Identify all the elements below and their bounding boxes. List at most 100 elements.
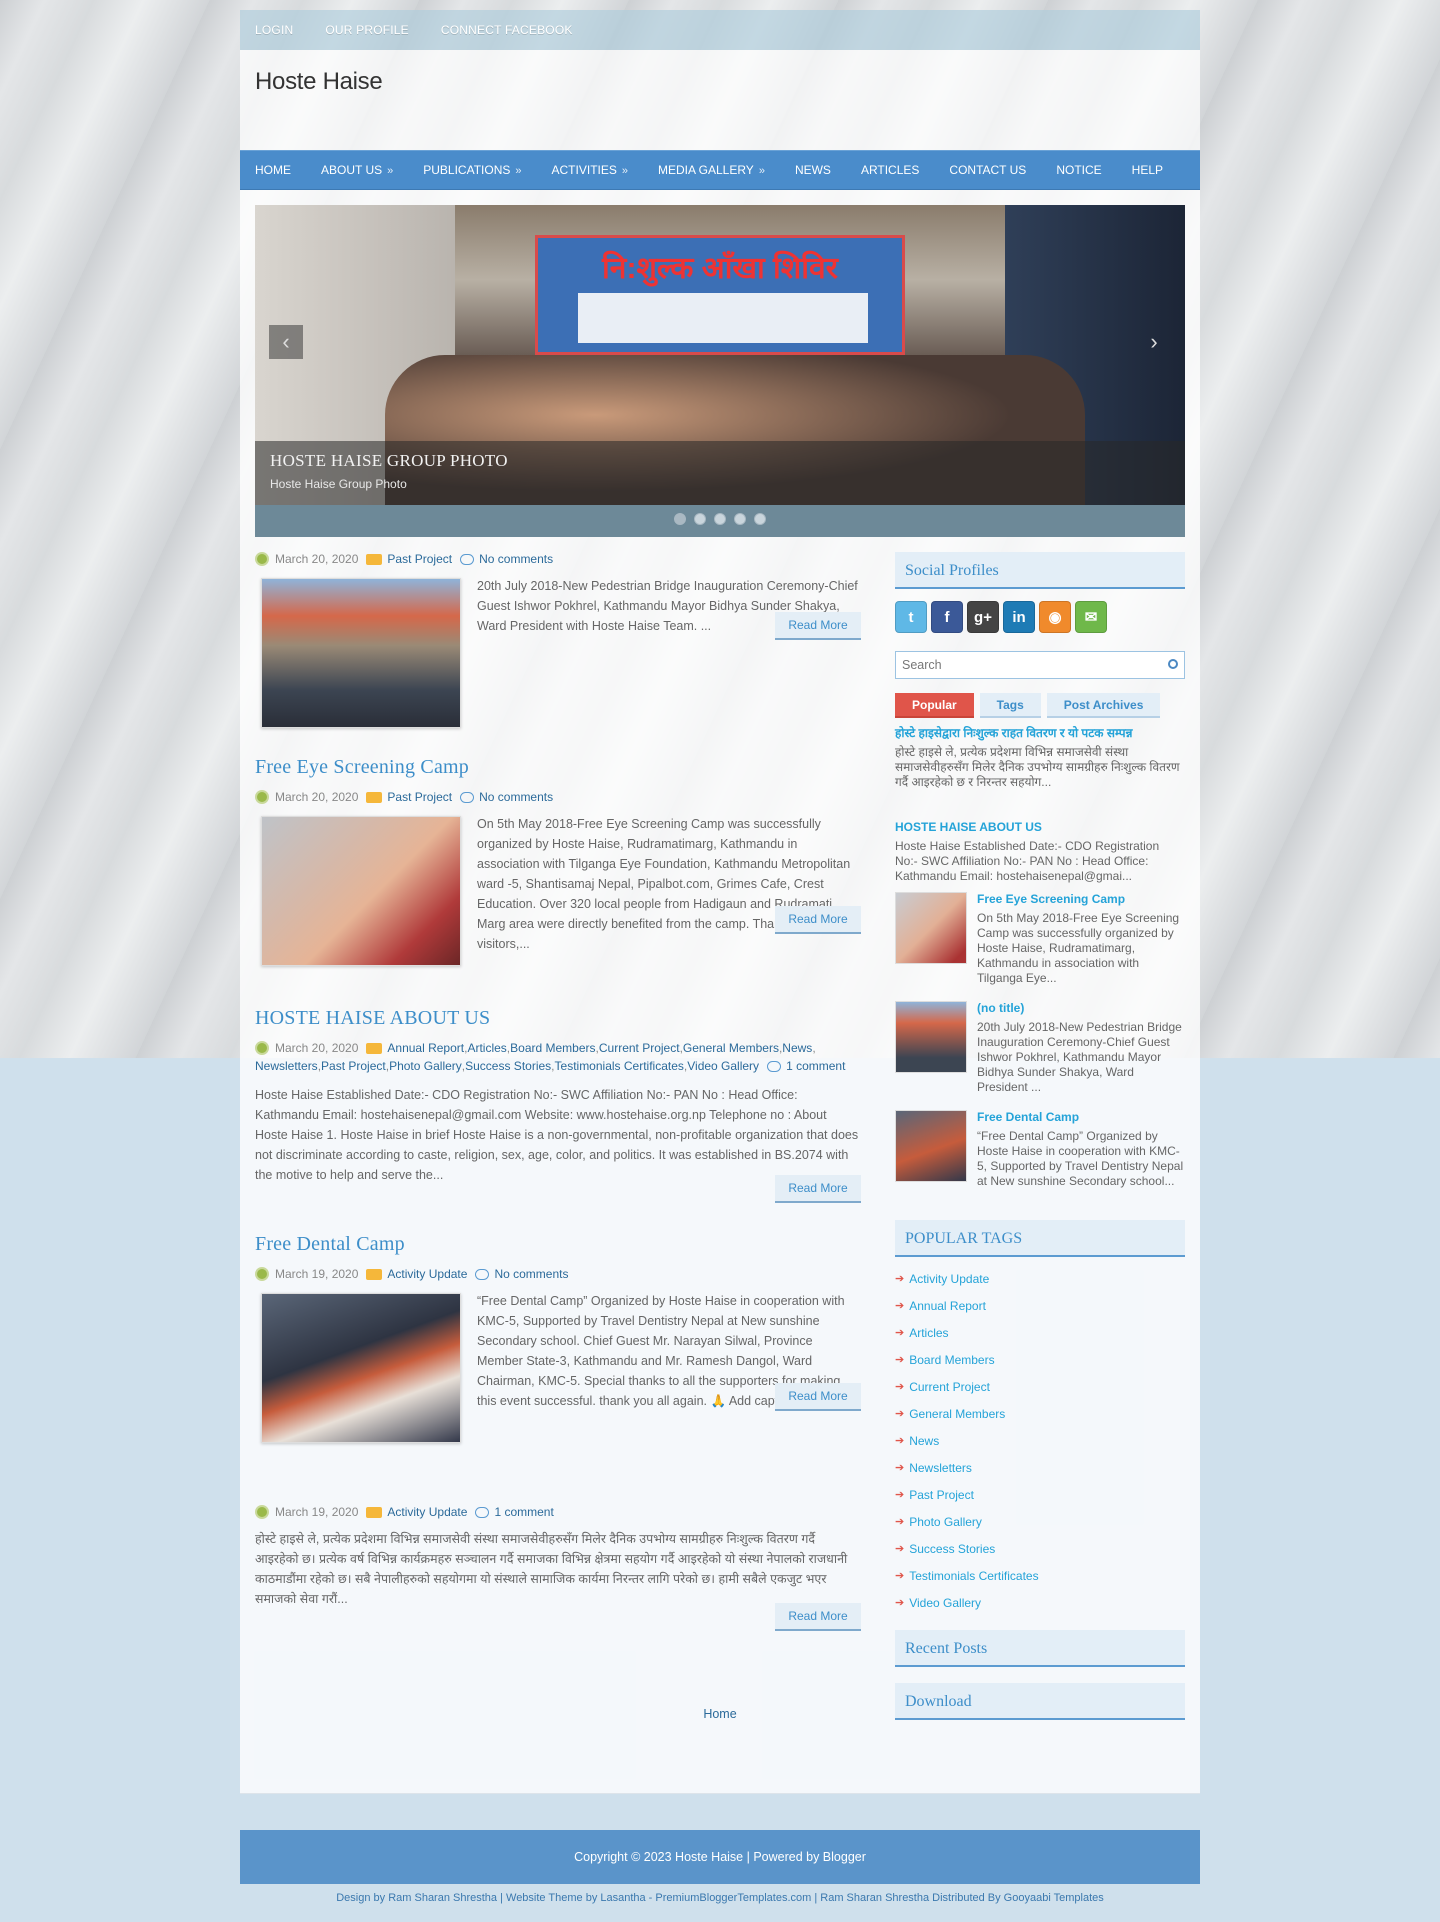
nav-item-help[interactable]: HELP <box>1132 163 1163 177</box>
post-label-link[interactable]: Success Stories <box>465 1057 551 1075</box>
topbar-login[interactable]: LOGIN <box>255 23 293 37</box>
read-more-button[interactable]: Read More <box>775 1175 861 1203</box>
post-comments-link[interactable]: No comments <box>479 550 553 568</box>
popular-post-title[interactable]: (no title) <box>977 1001 1185 1016</box>
tag-item[interactable]: ➔ Video Gallery <box>895 1589 1185 1616</box>
tag-item[interactable]: ➔ Past Project <box>895 1481 1185 1508</box>
tag-item[interactable]: ➔ Success Stories <box>895 1535 1185 1562</box>
post-thumbnail[interactable] <box>261 816 461 966</box>
post-label-link[interactable]: Newsletters <box>255 1057 318 1075</box>
popular-post-thumbnail[interactable] <box>895 1001 967 1073</box>
nav-item-about-us[interactable]: ABOUT US » <box>321 163 393 177</box>
tag-label[interactable]: Testimonials Certificates <box>909 1569 1038 1583</box>
email-icon[interactable]: ✉ <box>1075 601 1107 633</box>
tab-post-archives[interactable]: Post Archives <box>1046 693 1161 718</box>
tag-label[interactable]: General Members <box>909 1407 1005 1421</box>
facebook-icon[interactable]: f <box>931 601 963 633</box>
tag-label[interactable]: Newsletters <box>909 1461 972 1475</box>
slider-dot[interactable] <box>754 513 766 525</box>
tag-label[interactable]: Board Members <box>909 1353 994 1367</box>
post-label-link[interactable]: Activity Update <box>387 1503 467 1521</box>
nav-item-news[interactable]: NEWS <box>795 163 831 177</box>
tag-item[interactable]: ➔ Testimonials Certificates <box>895 1562 1185 1589</box>
slider-dot[interactable] <box>694 513 706 525</box>
post-comments-link[interactable]: 1 comment <box>494 1503 553 1521</box>
slide-image[interactable]: नि:शुल्क आँखा शिविर HOSTE HAISE GROUP PH… <box>255 205 1185 505</box>
post-label-link[interactable]: Photo Gallery <box>389 1057 462 1075</box>
linkedin-icon[interactable]: in <box>1003 601 1035 633</box>
post-title[interactable]: Free Eye Screening Camp <box>255 756 469 779</box>
tag-item[interactable]: ➔ Board Members <box>895 1346 1185 1373</box>
post-thumbnail[interactable] <box>261 1293 461 1443</box>
recent-posts-title[interactable]: Recent Posts <box>895 1630 1185 1667</box>
tag-label[interactable]: Photo Gallery <box>909 1515 982 1529</box>
post-label-link[interactable]: Testimonials Certificates <box>555 1057 684 1075</box>
twitter-icon[interactable]: t <box>895 601 927 633</box>
popular-post-title[interactable]: HOSTE HAISE ABOUT US <box>895 820 1185 835</box>
tag-item[interactable]: ➔ Newsletters <box>895 1454 1185 1481</box>
topbar-our-profile[interactable]: OUR PROFILE <box>325 23 409 37</box>
nav-item-articles[interactable]: ARTICLES <box>861 163 919 177</box>
nav-item-contact-us[interactable]: CONTACT US <box>949 163 1026 177</box>
slider-dot[interactable] <box>714 513 726 525</box>
tag-item[interactable]: ➔ Current Project <box>895 1373 1185 1400</box>
slider-dot[interactable] <box>734 513 746 525</box>
search-icon[interactable] <box>1168 659 1178 669</box>
post-comments-link[interactable]: No comments <box>479 788 553 806</box>
search-input[interactable]: Search <box>895 651 1185 679</box>
slider-prev-arrow-icon[interactable]: ‹ <box>269 325 303 359</box>
tag-label[interactable]: Past Project <box>909 1488 974 1502</box>
tag-label[interactable]: News <box>909 1434 939 1448</box>
nav-item-media-gallery[interactable]: MEDIA GALLERY » <box>658 163 765 177</box>
tag-label[interactable]: Video Gallery <box>909 1596 981 1610</box>
post-thumbnail[interactable] <box>261 578 461 728</box>
post-label-link[interactable]: General Members <box>683 1039 779 1057</box>
tag-label[interactable]: Articles <box>909 1326 948 1340</box>
download-title[interactable]: Download <box>895 1683 1185 1720</box>
nav-item-home[interactable]: HOME <box>255 163 291 177</box>
nav-item-activities[interactable]: ACTIVITIES » <box>552 163 628 177</box>
rss-icon[interactable]: ◉ <box>1039 601 1071 633</box>
post-label-link[interactable]: News <box>782 1039 812 1057</box>
popular-post-title[interactable]: Free Dental Camp <box>977 1110 1185 1125</box>
post-label-link[interactable]: Articles <box>467 1039 506 1057</box>
post-title[interactable]: Free Dental Camp <box>255 1233 405 1256</box>
tag-label[interactable]: Current Project <box>909 1380 990 1394</box>
tag-item[interactable]: ➔ Activity Update <box>895 1265 1185 1292</box>
read-more-button[interactable]: Read More <box>775 1383 861 1411</box>
post-label-link[interactable]: Past Project <box>387 788 452 806</box>
tag-item[interactable]: ➔ Photo Gallery <box>895 1508 1185 1535</box>
slider-dot[interactable] <box>674 513 686 525</box>
post-label-link[interactable]: Annual Report <box>387 1039 464 1057</box>
read-more-button[interactable]: Read More <box>775 906 861 934</box>
tab-popular[interactable]: Popular <box>895 693 974 718</box>
post-label-link[interactable]: Activity Update <box>387 1265 467 1283</box>
tag-item[interactable]: ➔ General Members <box>895 1400 1185 1427</box>
read-more-button[interactable]: Read More <box>775 1603 861 1631</box>
nav-item-publications[interactable]: PUBLICATIONS » <box>423 163 521 177</box>
tag-label[interactable]: Annual Report <box>909 1299 986 1313</box>
post-comments-link[interactable]: 1 comment <box>786 1057 845 1075</box>
tag-item[interactable]: ➔ News <box>895 1427 1185 1454</box>
tag-item[interactable]: ➔ Articles <box>895 1319 1185 1346</box>
post-label-link[interactable]: Board Members <box>510 1039 595 1057</box>
slider-next-arrow-icon[interactable]: › <box>1137 325 1171 359</box>
post-label-link[interactable]: Past Project <box>321 1057 386 1075</box>
nav-item-notice[interactable]: NOTICE <box>1056 163 1101 177</box>
popular-post-thumbnail[interactable] <box>895 892 967 964</box>
post-label-link[interactable]: Current Project <box>599 1039 680 1057</box>
post-label-link[interactable]: Video Gallery <box>687 1057 759 1075</box>
popular-post-title[interactable]: Free Eye Screening Camp <box>977 892 1185 907</box>
footer-credit[interactable]: Design by Ram Sharan Shrestha | Website … <box>240 1892 1200 1904</box>
tag-label[interactable]: Success Stories <box>909 1542 995 1556</box>
tag-label[interactable]: Activity Update <box>909 1272 989 1286</box>
tab-tags[interactable]: Tags <box>979 693 1041 718</box>
post-title[interactable]: HOSTE HAISE ABOUT US <box>255 1007 490 1030</box>
topbar-connect-facebook[interactable]: CONNECT FACEBOOK <box>441 23 573 37</box>
popular-post-thumbnail[interactable] <box>895 1110 967 1182</box>
post-comments-link[interactable]: No comments <box>494 1265 568 1283</box>
popular-post-title[interactable]: होस्टे हाइसेद्वारा निःशुल्क राहत वितरण र… <box>895 726 1185 741</box>
google-plus-icon[interactable]: g+ <box>967 601 999 633</box>
tag-item[interactable]: ➔ Annual Report <box>895 1292 1185 1319</box>
read-more-button[interactable]: Read More <box>775 612 861 640</box>
